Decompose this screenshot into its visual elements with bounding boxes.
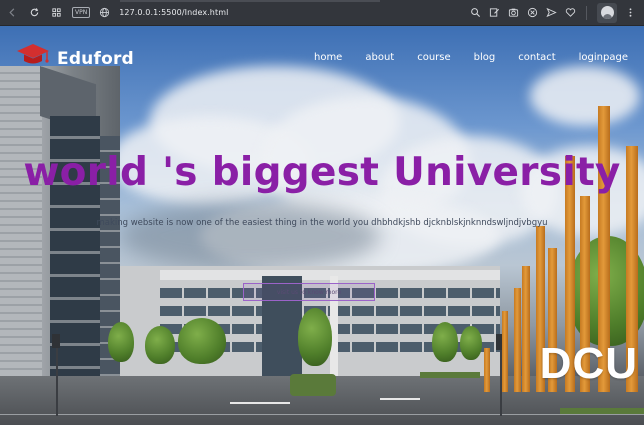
background-road-marking: [230, 402, 290, 404]
background-grass-island: [290, 374, 336, 396]
browser-tools: [470, 2, 644, 23]
background-grass: [420, 372, 480, 378]
background-tree: [432, 322, 458, 362]
visit-us-button[interactable]: visit us to know more: [243, 283, 375, 301]
send-icon[interactable]: [546, 7, 557, 18]
background-tree: [298, 308, 332, 366]
tab-strip: [120, 0, 380, 2]
nav-link-course[interactable]: course: [417, 52, 450, 63]
background-building-facade: [0, 66, 42, 406]
brand-name: Eduford: [57, 48, 134, 69]
graduation-cap-icon: [15, 40, 51, 77]
menu-icon[interactable]: [625, 7, 636, 18]
background-road-edge: [0, 414, 644, 415]
background-road-marking: [380, 398, 420, 400]
background-cloud: [530, 66, 640, 126]
toolbar-divider: [586, 5, 587, 20]
background-tree: [108, 322, 134, 362]
background-lamp-pole: [56, 336, 58, 416]
background-sculpture-pillar: [484, 348, 490, 392]
close-circle-icon[interactable]: [527, 7, 538, 18]
main-navigation: home about course blog contact loginpage: [314, 52, 628, 63]
background-sculpture-pillar: [502, 311, 508, 392]
nav-link-home[interactable]: home: [314, 52, 342, 63]
hero-subtitle: making website is now one of the easiest…: [96, 218, 548, 228]
background-cloud-shadow: [120, 201, 380, 271]
edit-icon[interactable]: [489, 7, 500, 18]
reload-icon[interactable]: [24, 3, 44, 23]
background-tree: [460, 326, 482, 360]
camera-icon[interactable]: [508, 7, 519, 18]
avatar-icon: [600, 6, 614, 19]
background-tree: [178, 318, 226, 364]
dcu-sign: DCU: [539, 339, 638, 388]
browser-toolbar: VPN 127.0.0.1:5500/Index.html: [0, 0, 644, 26]
heart-icon[interactable]: [565, 7, 576, 18]
site-logo[interactable]: Eduford: [15, 40, 134, 77]
nav-link-about[interactable]: about: [365, 52, 394, 63]
tabs-grid-icon[interactable]: [46, 3, 66, 23]
background-sculpture-pillar: [522, 266, 530, 392]
vpn-badge[interactable]: VPN: [72, 7, 91, 18]
hero-title: world 's biggest University: [23, 150, 621, 195]
background-tree: [145, 326, 175, 364]
nav-link-loginpage[interactable]: loginpage: [579, 52, 628, 63]
nav-link-blog[interactable]: blog: [474, 52, 496, 63]
search-icon[interactable]: [470, 7, 481, 18]
nav-link-contact[interactable]: contact: [518, 52, 555, 63]
globe-icon: [98, 7, 110, 19]
back-icon[interactable]: [2, 3, 22, 23]
profile-button[interactable]: [597, 2, 617, 23]
background-sculpture-pillar: [514, 288, 521, 392]
background-traffic-light: [52, 334, 60, 348]
address-bar[interactable]: 127.0.0.1:5500/Index.html: [119, 8, 228, 17]
hero-section: DCU Eduford home about course blog conta…: [0, 26, 644, 425]
background-grass: [560, 408, 644, 414]
